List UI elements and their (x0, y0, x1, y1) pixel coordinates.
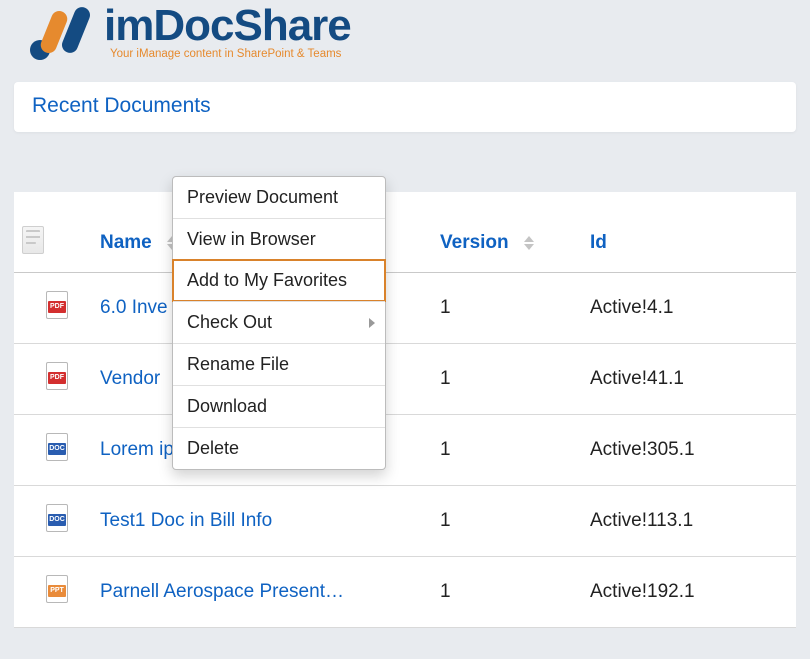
column-header-version[interactable]: Version (432, 216, 582, 273)
context-menu-item[interactable]: Rename File (173, 343, 385, 385)
app-logo: imDocShare Your iManage content in Share… (0, 0, 810, 72)
table-row[interactable]: Test1 Doc in Bill Info 1Active!113.1 (14, 486, 796, 557)
pdf-icon (46, 362, 68, 390)
version-cell: 1 (432, 344, 582, 415)
file-type-cell (14, 344, 92, 415)
id-cell: Active!41.1 (582, 344, 796, 415)
pdf-icon (46, 291, 68, 319)
file-icon (22, 226, 44, 254)
context-menu-item[interactable]: View in Browser (173, 218, 385, 260)
context-menu-item[interactable]: Download (173, 385, 385, 427)
version-cell: 1 (432, 415, 582, 486)
sort-icon (524, 236, 534, 250)
id-cell: Active!4.1 (582, 273, 796, 344)
logo-tagline: Your iManage content in SharePoint & Tea… (104, 48, 351, 60)
logo-text: imDocShare (104, 4, 351, 48)
logo-mark-icon (26, 4, 98, 64)
file-type-cell (14, 415, 92, 486)
file-link[interactable]: Parnell Aerospace Present… (100, 581, 344, 602)
file-type-cell (14, 486, 92, 557)
panel-title: Recent Documents (14, 82, 796, 132)
version-cell: 1 (432, 557, 582, 628)
context-menu-item[interactable]: Delete (173, 427, 385, 469)
context-menu-item[interactable]: Preview Document (173, 177, 385, 218)
file-link[interactable]: Test1 Doc in Bill Info (100, 510, 272, 531)
file-name-cell: Test1 Doc in Bill Info (92, 486, 432, 557)
file-type-cell (14, 557, 92, 628)
file-link[interactable]: Vendor (100, 368, 160, 389)
table-row[interactable]: Lorem ip 1Active!305.1 (14, 415, 796, 486)
column-header-icon[interactable] (14, 216, 92, 273)
doc-icon (46, 433, 68, 461)
ppt-icon (46, 575, 68, 603)
table-row[interactable]: Parnell Aerospace Present… 1Active!192.1 (14, 557, 796, 628)
table-row[interactable]: Vendor 1Active!41.1 (14, 344, 796, 415)
context-menu-item[interactable]: Add to My Favorites (172, 259, 386, 302)
context-menu-item[interactable]: Check Out (173, 301, 385, 343)
id-cell: Active!192.1 (582, 557, 796, 628)
file-link[interactable]: Lorem ip (100, 439, 174, 460)
id-cell: Active!305.1 (582, 415, 796, 486)
id-cell: Active!113.1 (582, 486, 796, 557)
doc-icon (46, 504, 68, 532)
documents-table: Name Version Id 6.0 Inve1Active!4.1Vendo… (14, 192, 796, 628)
version-cell: 1 (432, 273, 582, 344)
table-row[interactable]: 6.0 Inve 1Active!4.1 (14, 273, 796, 344)
context-menu: Preview DocumentView in BrowserAdd to My… (172, 176, 386, 470)
file-link[interactable]: 6.0 Inve (100, 297, 168, 318)
recent-documents-panel: Recent Documents (14, 82, 796, 132)
file-type-cell (14, 273, 92, 344)
version-cell: 1 (432, 486, 582, 557)
file-name-cell: Parnell Aerospace Present… (92, 557, 432, 628)
column-header-id[interactable]: Id (582, 216, 796, 273)
